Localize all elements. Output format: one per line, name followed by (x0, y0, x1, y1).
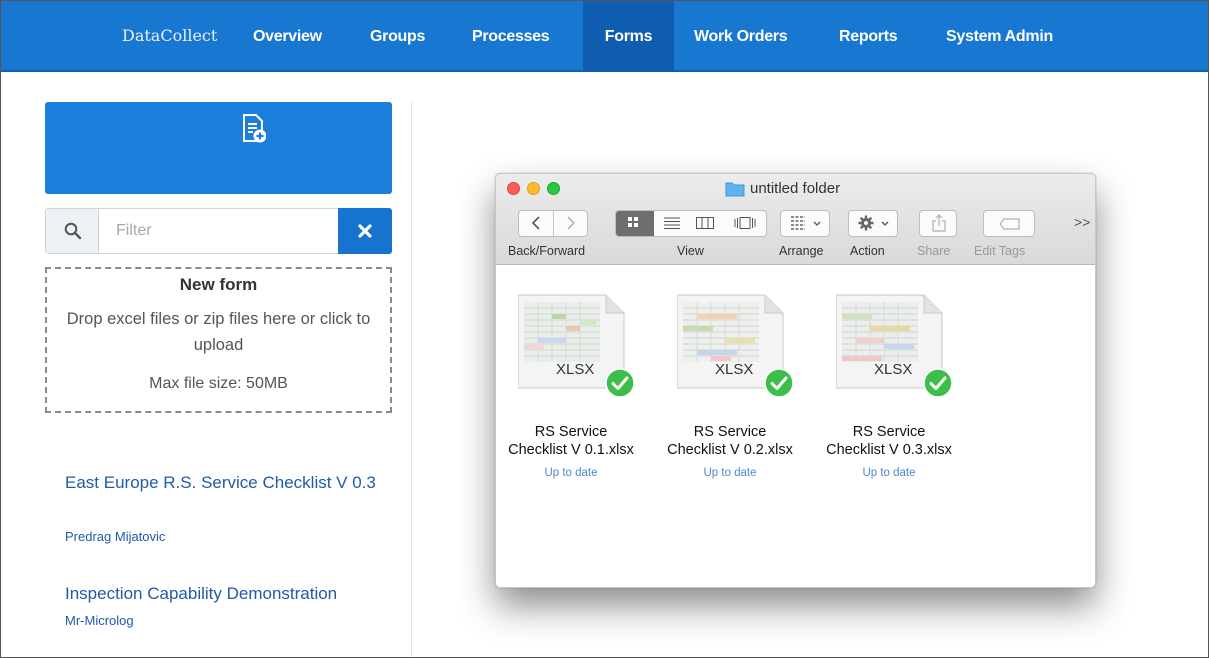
file-type-label: XLSX (556, 361, 595, 378)
file-name: RS Service Checklist V 0.2.xlsx (651, 423, 809, 459)
brand-logo[interactable]: DataCollect (122, 26, 217, 45)
back-forward-label: Back/Forward (508, 244, 586, 258)
file-name: RS Service Checklist V 0.1.xlsx (496, 423, 650, 459)
form-list-item-author: Mr-Microlog (65, 613, 134, 628)
action-button[interactable] (848, 210, 898, 237)
action-label: Action (850, 244, 885, 258)
file-name-line: RS Service (534, 424, 608, 440)
edit-tags-button[interactable] (983, 210, 1035, 237)
column-view-icon[interactable] (696, 217, 714, 229)
nav-overview[interactable]: Overview (237, 1, 338, 70)
form-builder-icon (243, 114, 266, 143)
icon-grid-icon (628, 217, 638, 227)
sync-status: Up to date (544, 467, 598, 479)
folder-icon (725, 182, 745, 197)
filter-bar (45, 208, 392, 254)
tag-icon (999, 218, 1020, 230)
edit-tags-label: Edit Tags (974, 244, 1026, 258)
sync-status: Up to date (862, 467, 916, 479)
arrange-label: Arrange (779, 244, 824, 258)
search-icon (64, 222, 82, 240)
minimize-window-button[interactable] (527, 182, 540, 195)
form-list-item-title[interactable]: Inspection Capability Demonstration (65, 581, 385, 606)
window-title: untitled folder (725, 180, 840, 197)
back-forward-control (518, 210, 588, 237)
arrange-icon (791, 216, 805, 230)
top-navigation: DataCollect Overview Groups Processes Fo… (1, 1, 1208, 72)
dropzone-instructions: Drop excel files or zip files here or cl… (66, 310, 371, 354)
nav-work-orders[interactable]: Work Orders (678, 1, 803, 70)
checkmark-icon (764, 368, 794, 398)
file-type-label: XLSX (715, 361, 754, 378)
file-name-line: RS Service (852, 424, 926, 440)
nav-reports[interactable]: Reports (823, 1, 913, 70)
nav-groups[interactable]: Groups (354, 1, 441, 70)
share-button[interactable] (919, 210, 957, 237)
icon-view-button[interactable] (616, 211, 654, 236)
dropzone-title: New form (179, 275, 258, 294)
form-list-item-title[interactable]: East Europe R.S. Service Checklist V 0.3 (65, 470, 385, 495)
file-name: RS Service Checklist V 0.3.xlsx (810, 423, 968, 459)
form-list-item-author: Predrag Mijatovic (65, 529, 166, 544)
gear-icon (858, 215, 874, 231)
share-icon (932, 214, 946, 232)
chevron-down-icon (881, 221, 889, 226)
clear-filter-button[interactable] (338, 208, 392, 254)
view-label: View (677, 244, 704, 258)
app-window: DataCollect Overview Groups Processes Fo… (0, 0, 1209, 658)
file-dropzone[interactable]: New form Drop excel files or zip files h… (45, 267, 392, 413)
sync-status: Up to date (703, 467, 757, 479)
filter-input[interactable] (100, 209, 337, 253)
form-builder-button[interactable]: Use Form Builder to create forms (45, 102, 392, 284)
nav-processes[interactable]: Processes (456, 1, 565, 70)
arrange-button[interactable] (780, 210, 830, 237)
chevron-down-icon (813, 221, 821, 226)
finder-window[interactable]: untitled folder Back/Forward View Arrang… (495, 173, 1096, 588)
file-name-line: RS Service (693, 424, 767, 440)
cover-flow-icon[interactable] (734, 217, 756, 229)
file-name-line: Checklist V 0.1.xlsx (508, 442, 634, 458)
back-arrow-icon[interactable] (531, 216, 541, 230)
forward-arrow-icon[interactable] (566, 216, 576, 230)
nav-forms[interactable]: Forms (583, 1, 674, 70)
nav-system-admin[interactable]: System Admin (930, 1, 1069, 70)
finder-toolbar: untitled folder Back/Forward View Arrang… (496, 174, 1095, 265)
file-name-line: Checklist V 0.3.xlsx (826, 442, 952, 458)
more-toolbar-button[interactable]: >> (1074, 214, 1090, 230)
file-name-line: Checklist V 0.2.xlsx (667, 442, 793, 458)
checkmark-icon (605, 368, 635, 398)
share-label: Share (917, 244, 951, 258)
close-window-button[interactable] (507, 182, 520, 195)
dropzone-max-size: Max file size: 50MB (149, 375, 288, 392)
panel-divider (411, 101, 412, 657)
file-type-label: XLSX (874, 361, 913, 378)
list-view-icon[interactable] (664, 217, 680, 229)
search-addon (46, 209, 99, 253)
window-title-text: untitled folder (750, 180, 841, 197)
close-icon (358, 224, 372, 238)
checkmark-icon (923, 368, 953, 398)
view-control (615, 210, 767, 237)
zoom-window-button[interactable] (547, 182, 560, 195)
